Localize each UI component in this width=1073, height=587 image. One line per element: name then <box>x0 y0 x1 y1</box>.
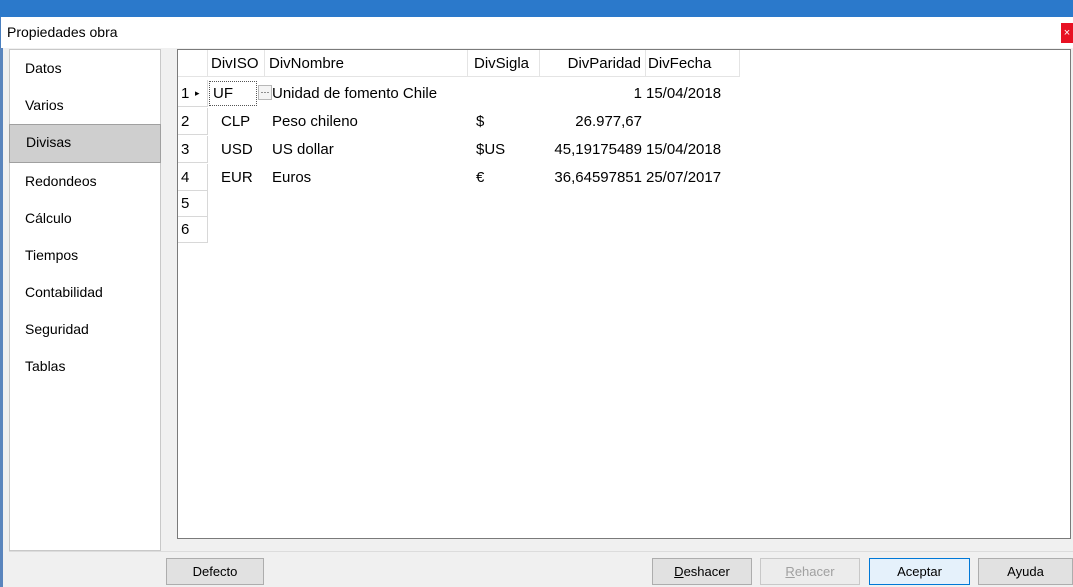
title-bar: Propiedades obra × <box>0 17 1073 48</box>
sidebar-item-datos[interactable]: Datos <box>10 50 160 87</box>
deshacer-label: eshacer <box>683 564 730 579</box>
row-header[interactable]: 1 <box>178 80 208 107</box>
currency-grid-panel: DivISO DivNombre DivSigla DivParidad Div… <box>177 49 1071 539</box>
sidebar-item-calculo[interactable]: Cálculo <box>10 200 160 237</box>
grid-corner <box>178 50 208 77</box>
cell-divnombre[interactable]: Unidad de fomento Chile <box>265 80 468 107</box>
defecto-button[interactable]: Defecto <box>166 558 264 585</box>
window-border <box>0 48 3 587</box>
cell-divnombre[interactable]: US dollar <box>265 136 468 163</box>
cell-divfecha[interactable] <box>644 108 740 135</box>
column-header-divsigla[interactable]: DivSigla <box>468 50 540 77</box>
sidebar: Datos Varios Divisas Redondeos Cálculo T… <box>9 49 161 551</box>
row-number: 3 <box>181 141 190 158</box>
current-row-arrow-icon: ▸ <box>195 88 200 98</box>
deshacer-button[interactable]: Deshacer <box>652 558 752 585</box>
cell-divparidad[interactable]: 1 <box>540 80 644 107</box>
row-number: 6 <box>181 221 190 238</box>
cell-diviso[interactable]: EUR <box>208 164 265 191</box>
cell-divfecha[interactable]: 15/04/2018 <box>644 136 740 163</box>
column-header-divnombre[interactable]: DivNombre <box>265 50 468 77</box>
cell-divparidad[interactable]: 45,19175489 <box>540 136 644 163</box>
rehacer-label: ehacer <box>794 564 835 579</box>
cell-divsigla[interactable] <box>468 80 540 107</box>
cell-divsigla[interactable]: € <box>468 164 540 191</box>
cell-divparidad[interactable]: 36,64597851 <box>540 164 644 191</box>
sidebar-item-seguridad[interactable]: Seguridad <box>10 311 160 348</box>
cell-divnombre[interactable]: Euros <box>265 164 468 191</box>
row-header[interactable]: 2 <box>178 108 208 135</box>
column-header-diviso[interactable]: DivISO <box>208 50 265 77</box>
window-title: Propiedades obra <box>7 24 118 40</box>
row-number: 2 <box>181 113 190 130</box>
cell-diviso[interactable]: USD <box>208 136 265 163</box>
cell-diviso-editing[interactable]: UF <box>209 81 257 106</box>
row-header[interactable]: 4 <box>178 164 208 191</box>
row-header[interactable]: 6 <box>178 216 208 243</box>
sidebar-item-redondeos[interactable]: Redondeos <box>10 163 160 200</box>
cell-divfecha[interactable]: 25/07/2017 <box>644 164 740 191</box>
deshacer-mnemonic: D <box>674 564 684 579</box>
sidebar-item-tiempos[interactable]: Tiempos <box>10 237 160 274</box>
sidebar-item-varios[interactable]: Varios <box>10 87 160 124</box>
row-header[interactable]: 3 <box>178 136 208 163</box>
row-number: 1 <box>181 85 190 102</box>
close-icon[interactable]: × <box>1061 23 1073 43</box>
row-number: 5 <box>181 195 190 212</box>
cell-divparidad[interactable]: 26.977,67 <box>540 108 644 135</box>
window-top-strip <box>0 0 1073 17</box>
sidebar-item-contabilidad[interactable]: Contabilidad <box>10 274 160 311</box>
cell-diviso[interactable]: CLP <box>208 108 265 135</box>
column-header-divparidad[interactable]: DivParidad <box>540 50 646 77</box>
sidebar-item-divisas[interactable]: Divisas <box>9 124 161 163</box>
cell-divnombre[interactable]: Peso chileno <box>265 108 468 135</box>
cell-divfecha[interactable]: 15/04/2018 <box>644 80 740 107</box>
rehacer-mnemonic: R <box>785 564 795 579</box>
row-number: 4 <box>181 169 190 186</box>
sidebar-item-tablas[interactable]: Tablas <box>10 348 160 385</box>
cell-divsigla[interactable]: $US <box>468 136 540 163</box>
column-header-divfecha[interactable]: DivFecha <box>646 50 740 77</box>
ayuda-button[interactable]: Ayuda <box>978 558 1073 585</box>
aceptar-button[interactable]: Aceptar <box>869 558 970 585</box>
rehacer-button[interactable]: Rehacer <box>760 558 860 585</box>
cell-divsigla[interactable]: $ <box>468 108 540 135</box>
row-header[interactable]: 5 <box>178 190 208 217</box>
